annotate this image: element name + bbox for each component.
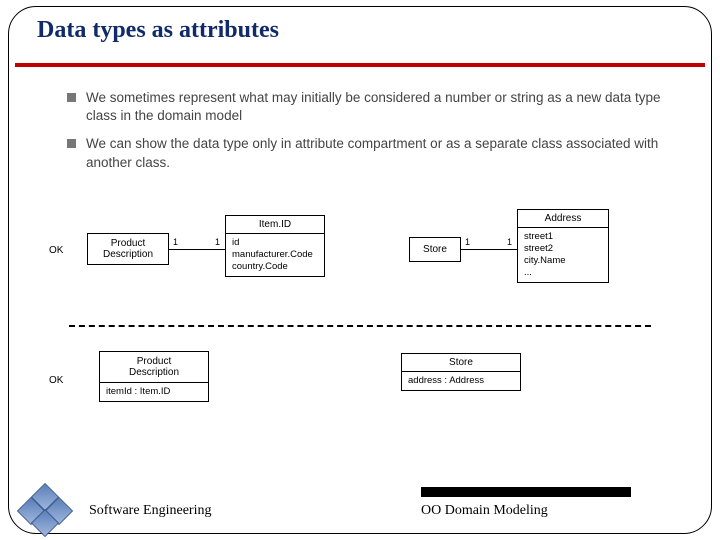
footer-bar xyxy=(421,487,631,497)
multiplicity: 1 xyxy=(465,237,470,247)
uml-attributes: street1 street2 city.Name ... xyxy=(518,228,608,282)
slide-title: Data types as attributes xyxy=(37,17,279,44)
uml-class-name: Product Description xyxy=(100,352,208,383)
ok-label: OK xyxy=(49,375,63,386)
square-bullet-icon xyxy=(67,93,76,102)
uml-class-name: Item.ID xyxy=(226,216,324,234)
dashed-separator xyxy=(69,325,651,327)
footer-left: Software Engineering xyxy=(89,503,211,519)
uml-attributes: address : Address xyxy=(402,372,520,390)
slide-frame: Data types as attributes We sometimes re… xyxy=(8,6,712,534)
uml-class-name: Store xyxy=(410,238,460,261)
diagram-row-1: OK Product Description 1 1 Item.ID id ma… xyxy=(49,207,671,307)
uml-class-name: Store xyxy=(402,354,520,372)
multiplicity: 1 xyxy=(507,237,512,247)
title-underline xyxy=(15,63,705,67)
square-bullet-icon xyxy=(67,139,76,148)
bullet-text: We sometimes represent what may initiall… xyxy=(86,89,671,125)
uml-store: Store xyxy=(409,237,461,262)
uml-item-id: Item.ID id manufacturer.Code country.Cod… xyxy=(225,215,325,277)
bullet-item: We can show the data type only in attrib… xyxy=(67,135,671,171)
uml-class-name: Product Description xyxy=(88,234,168,264)
uml-attributes: itemId : Item.ID xyxy=(100,383,208,401)
logo-icon xyxy=(13,483,73,531)
multiplicity: 1 xyxy=(215,237,220,247)
uml-attributes: id manufacturer.Code country.Code xyxy=(226,234,324,276)
association-line xyxy=(461,249,517,250)
uml-class-name: Address xyxy=(518,210,608,228)
diagram-row-2: OK Product Description itemId : Item.ID … xyxy=(49,347,671,437)
bullet-item: We sometimes represent what may initiall… xyxy=(67,89,671,125)
ok-label: OK xyxy=(49,245,63,256)
uml-store-2: Store address : Address xyxy=(401,353,521,391)
uml-product-description: Product Description xyxy=(87,233,169,265)
uml-product-description-2: Product Description itemId : Item.ID xyxy=(99,351,209,402)
footer-right: OO Domain Modeling xyxy=(421,503,631,519)
multiplicity: 1 xyxy=(173,237,178,247)
content-area: We sometimes represent what may initiall… xyxy=(67,89,671,182)
association-line xyxy=(169,249,225,250)
uml-address: Address street1 street2 city.Name ... xyxy=(517,209,609,283)
bullet-text: We can show the data type only in attrib… xyxy=(86,135,671,171)
